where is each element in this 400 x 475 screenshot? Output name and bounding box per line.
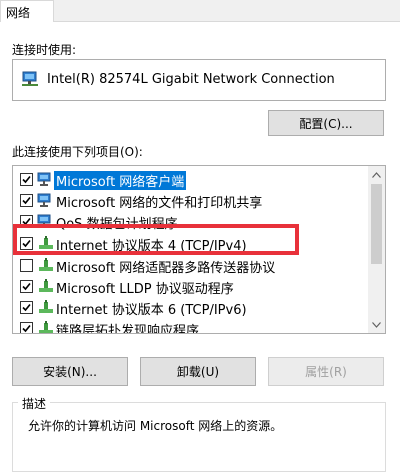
protocol-icon xyxy=(37,299,55,315)
adapter-name: Intel(R) 82574L Gigabit Network Connecti… xyxy=(47,72,335,87)
configure-button-label: 配置(C)... xyxy=(299,116,353,131)
scroll-down-arrow-icon[interactable] xyxy=(368,316,385,333)
adapter-box: Intel(R) 82574L Gigabit Network Connecti… xyxy=(12,59,386,101)
description-title: 描述 xyxy=(18,395,51,412)
list-item[interactable]: Microsoft 网络适配器多路传送器协议 xyxy=(13,254,369,276)
tab-networking[interactable]: 网络 xyxy=(0,0,54,22)
protocol-icon xyxy=(37,257,55,273)
items-list[interactable]: Microsoft 网络客户端 Microsoft 网络的文件和打印机共享 Qo… xyxy=(12,165,386,334)
protocol-icon xyxy=(37,320,55,333)
list-item[interactable]: Internet 协议版本 4 (TCP/IPv4) xyxy=(13,232,369,254)
properties-button[interactable]: 属性(R) xyxy=(268,357,384,386)
list-item[interactable]: Microsoft LLDP 协议驱动程序 xyxy=(13,275,369,297)
scroll-up-arrow-icon[interactable] xyxy=(368,166,385,183)
item-checkbox[interactable] xyxy=(20,280,33,293)
items-list-label: 此连接使用下列项目(O): xyxy=(12,145,143,159)
tab-label: 网络 xyxy=(6,6,31,20)
list-item[interactable]: Internet 协议版本 6 (TCP/IPv6) xyxy=(13,296,369,318)
list-scrollbar[interactable] xyxy=(368,166,385,333)
network-client-icon xyxy=(37,171,55,187)
protocol-icon xyxy=(37,235,55,251)
list-item[interactable]: QoS 数据包计划程序 xyxy=(13,210,369,232)
protocol-icon xyxy=(37,278,55,294)
item-label: Microsoft 网络客户端 xyxy=(54,171,187,190)
item-checkbox[interactable] xyxy=(20,301,33,314)
item-label: Microsoft LLDP 协议驱动程序 xyxy=(56,282,234,297)
list-item[interactable]: Microsoft 网络的文件和打印机共享 xyxy=(13,189,369,211)
item-label: 链路层拓扑发现响应程序 xyxy=(56,324,200,334)
properties-button-label: 属性(R) xyxy=(305,365,347,379)
install-button-label: 安装(N)... xyxy=(43,365,97,379)
network-client-icon xyxy=(37,213,55,229)
install-button[interactable]: 安装(N)... xyxy=(12,357,128,386)
connect-using-label: 连接时使用: xyxy=(12,43,77,57)
item-checkbox[interactable] xyxy=(20,322,33,333)
network-adapter-icon xyxy=(21,71,39,87)
item-checkbox[interactable] xyxy=(20,194,33,207)
network-client-icon xyxy=(37,192,55,208)
item-label: Internet 协议版本 6 (TCP/IPv6) xyxy=(56,303,247,318)
item-label: Internet 协议版本 4 (TCP/IPv4) xyxy=(56,239,247,254)
description-text: 允许你的计算机访问 Microsoft 网络上的资源。 xyxy=(28,419,283,433)
description-group xyxy=(12,402,386,472)
item-checkbox[interactable] xyxy=(20,173,33,186)
item-checkbox[interactable] xyxy=(20,237,33,250)
item-checkbox[interactable] xyxy=(20,215,33,228)
list-item[interactable]: Microsoft 网络客户端 xyxy=(13,168,369,190)
item-label: Microsoft 网络的文件和打印机共享 xyxy=(56,196,263,211)
item-checkbox[interactable] xyxy=(20,259,33,272)
item-label: Microsoft 网络适配器多路传送器协议 xyxy=(56,261,276,276)
item-label: QoS 数据包计划程序 xyxy=(56,217,178,232)
scroll-thumb[interactable] xyxy=(371,184,382,264)
uninstall-button[interactable]: 卸载(U) xyxy=(140,357,256,386)
uninstall-button-label: 卸载(U) xyxy=(176,365,220,379)
configure-button[interactable]: 配置(C)... xyxy=(268,110,384,136)
list-item[interactable]: 链路层拓扑发现响应程序 xyxy=(13,317,369,334)
